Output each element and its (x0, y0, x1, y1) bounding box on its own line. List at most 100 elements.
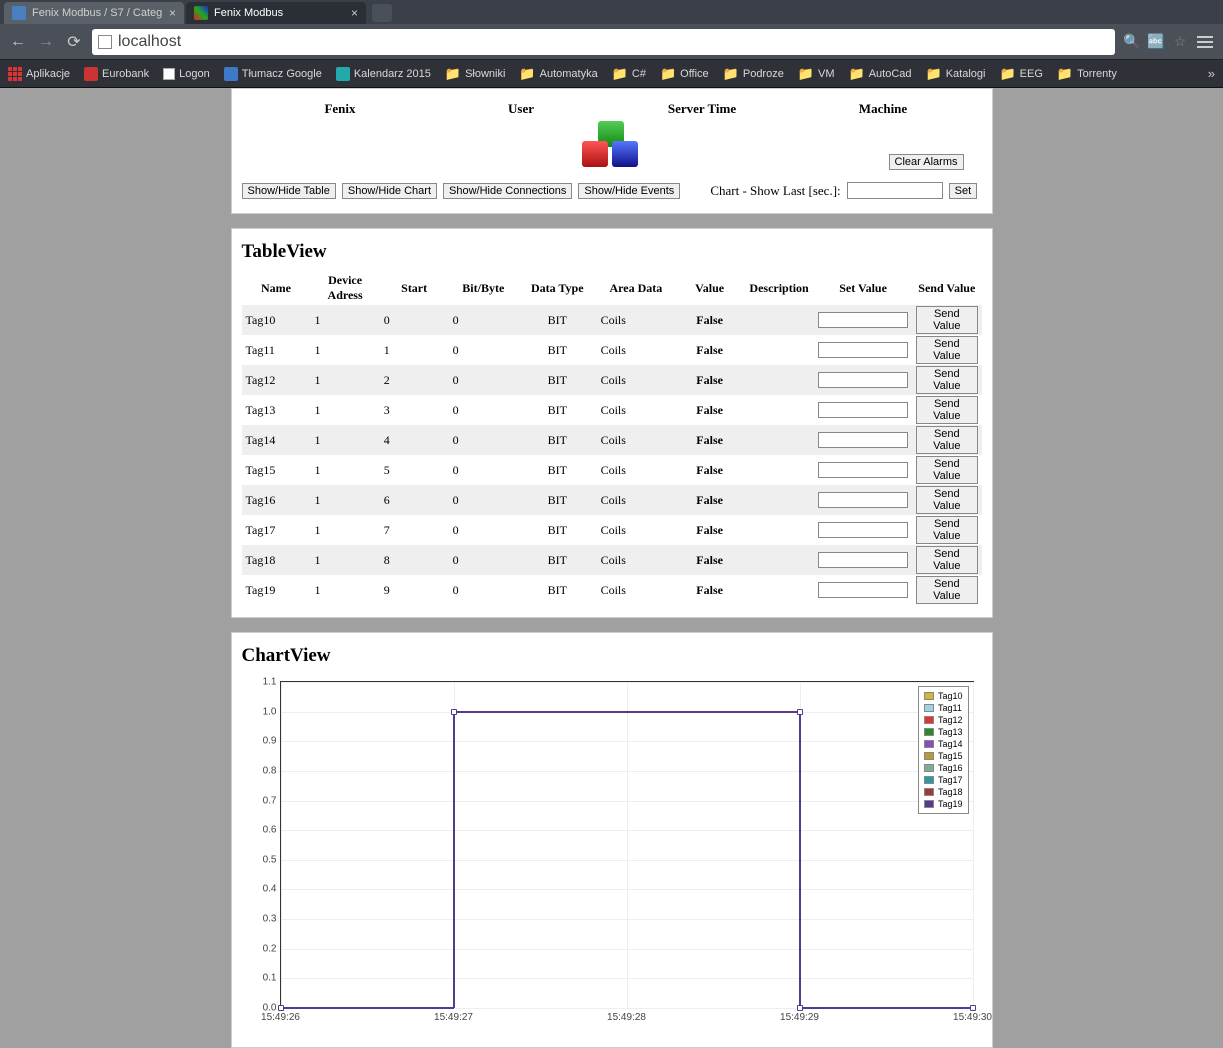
table-row: Tag15150BITCoilsFalseSend Value (242, 455, 982, 485)
set-value-input[interactable] (818, 492, 908, 508)
tag-table: NameDevice AdressStartBit/ByteData TypeA… (242, 271, 982, 605)
showhide-table-button[interactable]: Show/Hide Table (242, 183, 336, 199)
bookmark-item[interactable]: 📁Torrenty (1057, 66, 1117, 82)
set-value-input[interactable] (818, 312, 908, 328)
legend-item[interactable]: Tag12 (924, 714, 963, 726)
bookmark-item[interactable]: Aplikacje (8, 67, 70, 81)
send-value-button[interactable]: Send Value (916, 306, 977, 334)
set-value-input[interactable] (818, 402, 908, 418)
cell-value: False (675, 545, 744, 575)
chart-last-input[interactable] (847, 182, 943, 199)
legend-item[interactable]: Tag11 (924, 702, 963, 714)
close-icon[interactable]: × (169, 6, 176, 20)
tab-favicon-icon (194, 6, 208, 20)
legend-item[interactable]: Tag14 (924, 738, 963, 750)
bookmark-item[interactable]: Kalendarz 2015 (336, 67, 431, 81)
folder-icon: 📁 (519, 66, 535, 82)
forward-button[interactable]: → (36, 32, 56, 52)
cell-setvalue (814, 305, 912, 335)
cell-desc (744, 335, 814, 365)
new-tab-button[interactable] (372, 4, 392, 22)
bookmark-item[interactable]: 📁Katalogi (926, 66, 986, 82)
chart-plot[interactable]: 0.00.10.20.30.40.50.60.70.80.91.01.115:4… (280, 681, 974, 1009)
bookmark-label: C# (632, 68, 646, 80)
close-icon[interactable]: × (351, 6, 358, 20)
data-point (797, 709, 803, 715)
set-value-input[interactable] (818, 342, 908, 358)
send-value-button[interactable]: Send Value (916, 426, 977, 454)
legend-label: Tag12 (938, 714, 963, 726)
table-row: Tag19190BITCoilsFalseSend Value (242, 575, 982, 605)
send-value-button[interactable]: Send Value (916, 456, 977, 484)
clear-alarms-button[interactable]: Clear Alarms (889, 154, 964, 170)
bookmark-item[interactable]: Tłumacz Google (224, 67, 322, 81)
zoom-icon[interactable]: 🔍 (1123, 33, 1141, 51)
showhide-chart-button[interactable]: Show/Hide Chart (342, 183, 437, 199)
cell-value: False (675, 485, 744, 515)
url-bar[interactable]: localhost (92, 29, 1115, 55)
cell-name: Tag10 (242, 305, 311, 335)
cell-setvalue (814, 575, 912, 605)
cell-device: 1 (311, 305, 380, 335)
browser-tab[interactable]: Fenix Modbus × (186, 2, 366, 24)
browser-tab[interactable]: Fenix Modbus / S7 / Categ × (4, 2, 184, 24)
send-value-button[interactable]: Send Value (916, 486, 977, 514)
bookmark-label: Eurobank (102, 68, 149, 80)
legend-item[interactable]: Tag10 (924, 690, 963, 702)
cell-name: Tag14 (242, 425, 311, 455)
cell-setvalue (814, 365, 912, 395)
legend-item[interactable]: Tag18 (924, 786, 963, 798)
bookmark-item[interactable]: 📁C# (612, 66, 646, 82)
send-value-button[interactable]: Send Value (916, 576, 977, 604)
bookmark-item[interactable]: 📁Podroze (723, 66, 784, 82)
legend-item[interactable]: Tag19 (924, 798, 963, 810)
set-value-input[interactable] (818, 432, 908, 448)
bookmark-item[interactable]: 📁Słowniki (445, 66, 506, 82)
legend-swatch-icon (924, 776, 934, 784)
back-button[interactable]: ← (8, 32, 28, 52)
bookmark-item[interactable]: 📁VM (798, 66, 835, 82)
reload-button[interactable]: ⟳ (64, 32, 84, 52)
send-value-button[interactable]: Send Value (916, 396, 977, 424)
translate-icon[interactable]: 🔤 (1147, 33, 1165, 51)
bookmark-item[interactable]: 📁Automatyka (519, 66, 597, 82)
send-value-button[interactable]: Send Value (916, 366, 977, 394)
menu-icon[interactable] (1195, 34, 1215, 50)
y-tick: 1.0 (263, 706, 277, 717)
showhide-events-button[interactable]: Show/Hide Events (578, 183, 680, 199)
set-value-input[interactable] (818, 552, 908, 568)
cell-desc (744, 545, 814, 575)
folder-icon: 📁 (849, 66, 865, 82)
cell-value: False (675, 575, 744, 605)
bookmarks-more-icon[interactable]: » (1208, 66, 1215, 81)
legend-item[interactable]: Tag13 (924, 726, 963, 738)
send-value-button[interactable]: Send Value (916, 516, 977, 544)
set-value-input[interactable] (818, 462, 908, 478)
bookmark-item[interactable]: Logon (163, 68, 210, 80)
send-value-button[interactable]: Send Value (916, 336, 977, 364)
cell-name: Tag16 (242, 485, 311, 515)
table-header: Area Data (597, 271, 676, 305)
bookmark-item[interactable]: Eurobank (84, 67, 149, 81)
cell-desc (744, 365, 814, 395)
bookmark-item[interactable]: 📁EEG (999, 66, 1042, 82)
send-value-button[interactable]: Send Value (916, 546, 977, 574)
tab-favicon-icon (12, 6, 26, 20)
data-point (797, 1005, 803, 1011)
bookmark-item[interactable]: 📁Office (660, 66, 709, 82)
set-value-input[interactable] (818, 372, 908, 388)
legend-item[interactable]: Tag15 (924, 750, 963, 762)
cell-desc (744, 425, 814, 455)
set-value-input[interactable] (818, 582, 908, 598)
set-button[interactable]: Set (949, 183, 978, 199)
legend-item[interactable]: Tag16 (924, 762, 963, 774)
bookmark-item[interactable]: 📁AutoCad (849, 66, 912, 82)
folder-icon: 📁 (926, 66, 942, 82)
star-icon[interactable]: ☆ (1171, 33, 1189, 51)
showhide-connections-button[interactable]: Show/Hide Connections (443, 183, 572, 199)
set-value-input[interactable] (818, 522, 908, 538)
cell-device: 1 (311, 575, 380, 605)
cell-device: 1 (311, 515, 380, 545)
cell-device: 1 (311, 365, 380, 395)
legend-item[interactable]: Tag17 (924, 774, 963, 786)
